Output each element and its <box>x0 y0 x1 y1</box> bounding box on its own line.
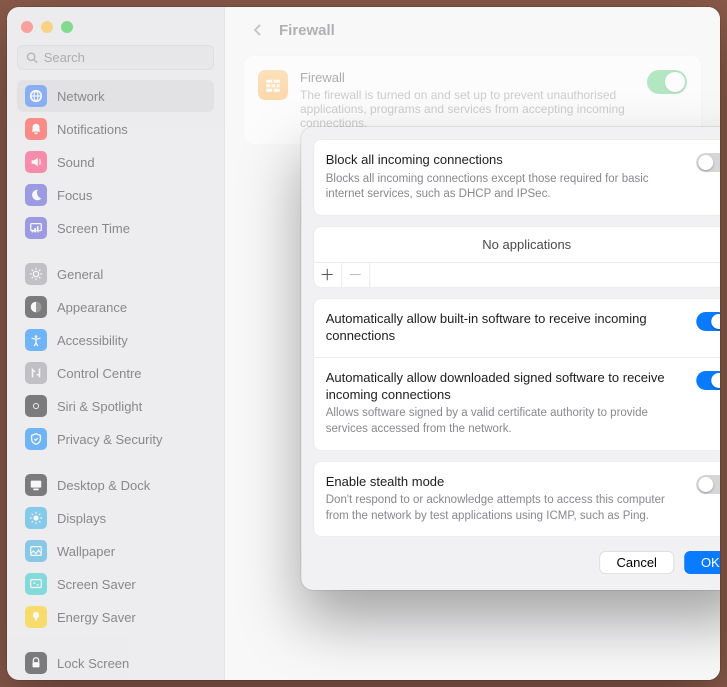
block-all-title: Block all incoming connections <box>326 152 686 169</box>
sidebar-item-screen-saver[interactable]: Screen Saver <box>17 568 214 600</box>
fullscreen-window-button[interactable] <box>61 21 73 33</box>
add-app-button[interactable]: ＋ <box>314 263 342 287</box>
sidebar-item-icon <box>25 428 47 450</box>
sidebar-item-desktop-dock[interactable]: Desktop & Dock <box>17 469 214 501</box>
sidebar-item-general[interactable]: General <box>17 258 214 290</box>
sidebar-item-label: Siri & Spotlight <box>57 399 142 414</box>
sidebar-item-icon <box>25 263 47 285</box>
sidebar-item-icon <box>25 329 47 351</box>
applications-empty-label: No applications <box>314 227 720 262</box>
applications-panel: No applications ＋ － <box>313 226 720 288</box>
sidebar-item-label: Displays <box>57 511 106 526</box>
sidebar-item-icon <box>25 474 47 496</box>
sidebar-item-icon <box>25 606 47 628</box>
sidebar-item-icon <box>25 652 47 674</box>
sidebar-item-label: Control Centre <box>57 366 142 381</box>
sidebar-item-icon <box>25 85 47 107</box>
sidebar-item-icon <box>25 184 47 206</box>
sidebar-item-icon <box>25 507 47 529</box>
auto-builtin-toggle[interactable] <box>696 312 720 331</box>
content-pane: Firewall Firewall The firewall is turned… <box>225 7 720 680</box>
sidebar-item-energy-saver[interactable]: Energy Saver <box>17 601 214 633</box>
sidebar-item-sound[interactable]: Sound <box>17 146 214 178</box>
sidebar-item-icon <box>25 573 47 595</box>
sidebar-item-wallpaper[interactable]: Wallpaper <box>17 535 214 567</box>
sidebar: Network Notifications Sound Focus Screen Tim… <box>7 7 225 680</box>
sheet-footer: Cancel OK <box>313 537 720 578</box>
sidebar-item-appearance[interactable]: Appearance <box>17 291 214 323</box>
window-controls <box>17 17 214 45</box>
sidebar-item-icon <box>25 151 47 173</box>
block-all-panel: Block all incoming connections Blocks al… <box>313 139 720 216</box>
sidebar-list: Network Notifications Sound Focus Screen Tim… <box>17 80 214 680</box>
sidebar-item-label: Desktop & Dock <box>57 478 150 493</box>
sidebar-item-displays[interactable]: Displays <box>17 502 214 534</box>
block-all-toggle[interactable] <box>696 153 720 172</box>
sidebar-item-label: Screen Saver <box>57 577 136 592</box>
sidebar-item-label: Notifications <box>57 122 128 137</box>
sidebar-item-icon <box>25 540 47 562</box>
auto-signed-desc: Allows software signed by a valid certif… <box>326 406 686 437</box>
firewall-options-sheet: Block all incoming connections Blocks al… <box>301 127 720 590</box>
sidebar-item-icon <box>25 217 47 239</box>
sidebar-item-accessibility[interactable]: Accessibility <box>17 324 214 356</box>
close-window-button[interactable] <box>21 21 33 33</box>
minimize-window-button[interactable] <box>41 21 53 33</box>
auto-allow-panel: Automatically allow built-in software to… <box>313 298 720 451</box>
sidebar-item-network[interactable]: Network <box>17 80 214 112</box>
sidebar-item-label: Sound <box>57 155 95 170</box>
applications-toolbar: ＋ － <box>314 262 720 287</box>
sidebar-item-icon <box>25 296 47 318</box>
stealth-toggle[interactable] <box>696 475 720 494</box>
stealth-title: Enable stealth mode <box>326 474 686 491</box>
auto-signed-title: Automatically allow downloaded signed so… <box>326 370 686 404</box>
ok-button[interactable]: OK <box>684 551 720 574</box>
sidebar-item-lock-screen[interactable]: Lock Screen <box>17 647 214 679</box>
sidebar-item-focus[interactable]: Focus <box>17 179 214 211</box>
search-input[interactable] <box>44 50 205 65</box>
sidebar-item-label: Wallpaper <box>57 544 115 559</box>
cancel-button[interactable]: Cancel <box>599 551 673 574</box>
search-field[interactable] <box>17 45 214 70</box>
sidebar-item-icon <box>25 362 47 384</box>
sidebar-item-control-centre[interactable]: Control Centre <box>17 357 214 389</box>
auto-signed-toggle[interactable] <box>696 371 720 390</box>
sidebar-item-label: Accessibility <box>57 333 128 348</box>
stealth-panel: Enable stealth mode Don't respond to or … <box>313 461 720 538</box>
sidebar-item-label: Energy Saver <box>57 610 136 625</box>
auto-builtin-title: Automatically allow built-in software to… <box>326 311 686 345</box>
sidebar-item-label: Privacy & Security <box>57 432 162 447</box>
sidebar-item-notifications[interactable]: Notifications <box>17 113 214 145</box>
block-all-desc: Blocks all incoming connections except t… <box>326 172 686 203</box>
sidebar-item-label: Network <box>57 89 105 104</box>
stealth-desc: Don't respond to or acknowledge attempts… <box>326 493 686 524</box>
sidebar-item-privacy-security[interactable]: Privacy & Security <box>17 423 214 455</box>
sidebar-item-siri-spotlight[interactable]: Siri & Spotlight <box>17 390 214 422</box>
system-settings-window: Network Notifications Sound Focus Screen Tim… <box>7 7 720 680</box>
sidebar-item-label: Screen Time <box>57 221 130 236</box>
remove-app-button[interactable]: － <box>342 263 370 287</box>
sidebar-item-icon <box>25 118 47 140</box>
search-icon <box>26 51 38 64</box>
sidebar-item-label: General <box>57 267 103 282</box>
sidebar-item-screen-time[interactable]: Screen Time <box>17 212 214 244</box>
sidebar-item-icon <box>25 395 47 417</box>
sidebar-item-label: Focus <box>57 188 92 203</box>
sidebar-item-label: Appearance <box>57 300 127 315</box>
sidebar-item-label: Lock Screen <box>57 656 129 671</box>
